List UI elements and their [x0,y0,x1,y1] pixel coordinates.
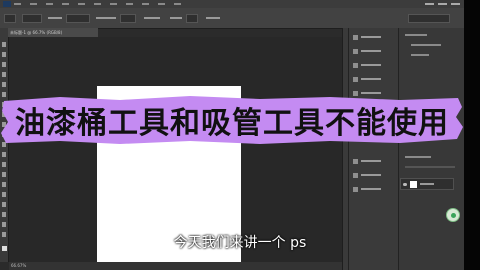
option-label [48,17,62,19]
path-select-tool-icon[interactable] [2,202,6,207]
channels-icon [353,158,358,164]
shape-tool-icon[interactable] [2,212,6,217]
zoom-level[interactable]: 66.67% [11,263,26,269]
menu-item-window[interactable] [158,3,165,5]
option-field[interactable] [66,14,90,23]
layers-panel-tab[interactable] [405,156,431,158]
paint-bucket-tool-icon[interactable] [2,152,6,157]
layer-name [420,183,434,185]
panel-tab-label[interactable] [405,34,427,36]
option-label [206,17,220,19]
canvas-workspace [9,37,342,270]
menu-item-edit[interactable] [30,3,37,5]
maximize-button[interactable] [438,3,447,5]
menu-item-image[interactable] [46,3,53,5]
menu-item-layer[interactable] [62,3,69,5]
panel-text [411,54,429,56]
options-bar [0,8,464,29]
menu-item-filter[interactable] [110,3,117,5]
option-label [170,17,182,19]
panel-button-character[interactable] [353,186,381,192]
option-label [96,17,116,19]
quick-select-tool-icon[interactable] [2,72,6,77]
menu-item-select[interactable] [94,3,101,5]
move-tool-icon[interactable] [2,42,6,47]
title-banner: 油漆桶工具和吸管工具不能使用 [0,95,464,145]
panel-button-channels[interactable] [353,158,381,164]
menu-item-file[interactable] [14,3,21,5]
hand-tool-icon[interactable] [2,222,6,227]
option-field[interactable] [120,14,136,23]
properties-icon [353,48,358,54]
character-icon [353,186,358,192]
menu-item-view[interactable] [142,3,149,5]
menu-item-3d[interactable] [126,3,133,5]
panel-button-properties[interactable] [353,48,381,54]
tools-panel [0,28,9,262]
lasso-tool-icon[interactable] [2,62,6,67]
type-tool-icon[interactable] [2,192,6,197]
menu-bar [0,0,464,8]
pen-tool-icon[interactable] [2,182,6,187]
dodge-tool-icon[interactable] [2,172,6,177]
blur-tool-icon[interactable] [2,162,6,167]
option-dropdown[interactable] [22,14,42,23]
document-tab[interactable]: 未标题-1 @ 66.7% (RGB/8) [8,28,98,37]
floating-assistant-icon[interactable] [446,208,460,222]
panel-button-paths[interactable] [353,172,381,178]
close-window-button[interactable] [451,3,460,5]
crop-tool-icon[interactable] [2,82,6,87]
menu-item-type[interactable] [78,3,85,5]
eye-icon[interactable] [403,183,407,186]
adjustments-icon [353,76,358,82]
workspace-switcher[interactable] [408,14,450,23]
panel-button-history[interactable] [353,34,381,40]
video-side-bar [464,0,480,270]
menu-items [14,3,181,5]
video-frame: 未标题-1 @ 66.7% (RGB/8) 66.67% 油漆桶工具和吸管工具不… [0,0,480,270]
history-icon [353,34,358,40]
photoshop-logo-icon [3,1,11,7]
paths-icon [353,172,358,178]
panel-button-adjustments[interactable] [353,76,381,82]
layer-row-background[interactable] [400,178,454,190]
tool-preset-picker[interactable] [4,14,16,23]
marquee-tool-icon[interactable] [2,52,6,57]
status-bar: 66.67% [9,262,342,270]
swatches-icon [353,62,358,68]
layer-thumbnail [410,181,417,188]
banner-title: 油漆桶工具和吸管工具不能使用 [15,106,449,141]
layer-filter-bar[interactable] [405,166,455,168]
video-subtitle: 今天我们来讲一个 ps [173,235,307,251]
menu-item-help[interactable] [174,3,181,5]
panel-text [411,44,441,46]
panel-button-swatches[interactable] [353,62,381,68]
option-label [144,17,160,19]
minimize-button[interactable] [425,3,434,5]
option-checkbox[interactable] [186,14,198,23]
